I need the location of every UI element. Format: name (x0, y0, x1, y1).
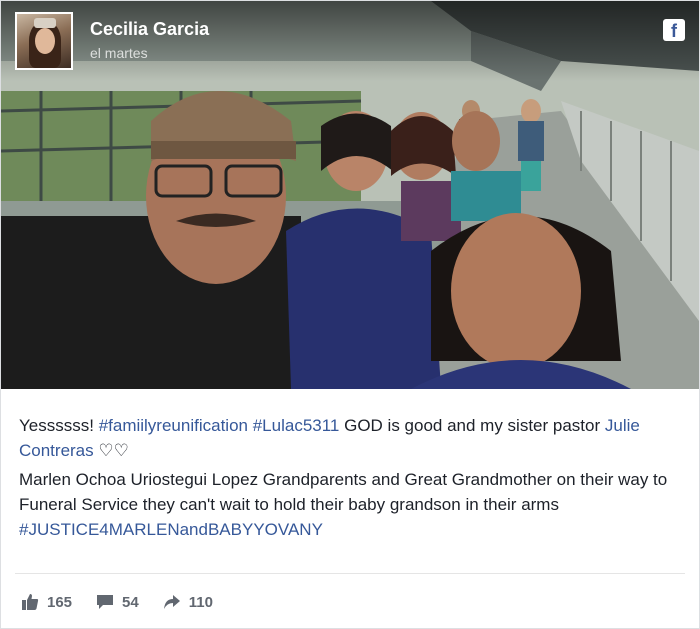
post-timestamp[interactable]: el martes (90, 45, 148, 61)
post-text-mid: GOD is good and my sister pastor (339, 416, 605, 435)
like-stat[interactable]: 165 (21, 593, 72, 611)
post-line-2: Marlen Ochoa Uriostegui Lopez Grandparen… (19, 467, 681, 542)
post-card: Cecilia Garcia el martes f Yessssss! #fa… (0, 0, 700, 629)
post-text: Yessssss! #famiilyreunification #Lulac53… (19, 413, 681, 546)
author-avatar[interactable] (15, 12, 73, 70)
post-line-1: Yessssss! #famiilyreunification #Lulac53… (19, 413, 681, 463)
comment-stat[interactable]: 54 (96, 593, 139, 611)
post-paragraph: Marlen Ochoa Uriostegui Lopez Grandparen… (19, 470, 668, 514)
comment-icon (97, 595, 114, 609)
thumbs-up-icon (22, 594, 39, 610)
divider (15, 573, 685, 574)
post-photo[interactable]: Cecilia Garcia el martes f (1, 1, 699, 389)
hashtag-lulac[interactable]: #Lulac5311 (253, 416, 340, 435)
share-stat[interactable]: 110 (163, 593, 213, 611)
share-arrow-icon (163, 595, 180, 609)
facebook-icon[interactable]: f (663, 19, 685, 41)
hashtag-justice[interactable]: #JUSTICE4MARLENandBABYYOVANY (19, 520, 323, 539)
hashtag-familyreunification[interactable]: #famiilyreunification (99, 416, 248, 435)
post-header (1, 1, 699, 81)
share-count: 110 (188, 593, 213, 611)
post-stats: 165 54 110 (21, 589, 237, 615)
author-name[interactable]: Cecilia Garcia (90, 19, 209, 40)
comment-count: 54 (122, 593, 139, 611)
hearts-emoji: ♡♡ (93, 441, 129, 460)
post-intro: Yessssss! (19, 416, 99, 435)
like-count: 165 (47, 593, 73, 611)
